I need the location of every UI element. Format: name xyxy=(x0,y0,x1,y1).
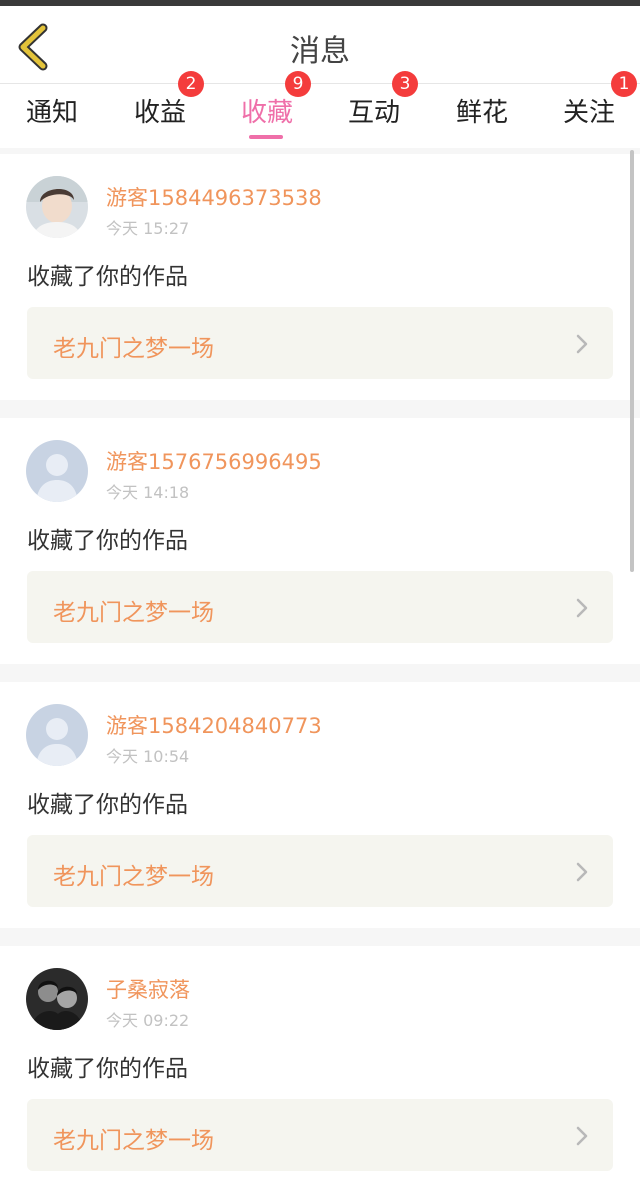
badge-count: 2 xyxy=(178,71,204,97)
work-link[interactable]: 老九门之梦一场 xyxy=(27,571,613,643)
work-link[interactable]: 老九门之梦一场 xyxy=(27,835,613,907)
header: 消息 xyxy=(0,6,640,84)
notification-card: 游客1584496373538 今天 15:27 收藏了你的作品 老九门之梦一场 xyxy=(0,154,640,400)
tab-interaction[interactable]: 互动 3 xyxy=(348,71,418,129)
badge-count: 1 xyxy=(611,71,637,97)
timestamp: 今天 14:18 xyxy=(106,483,190,502)
tab-label: 鲜花 xyxy=(456,98,509,128)
notification-card: 游客1576756996495 今天 14:18 收藏了你的作品 老九门之梦一场 xyxy=(0,418,640,664)
timestamp: 今天 15:27 xyxy=(106,219,190,238)
avatar[interactable] xyxy=(26,968,88,1030)
default-user-icon xyxy=(26,704,88,766)
avatar[interactable] xyxy=(26,704,88,766)
action-text: 收藏了你的作品 xyxy=(27,792,188,818)
tab-label: 通知 xyxy=(26,98,79,128)
tab-notice[interactable]: 通知 xyxy=(26,92,78,129)
username-link[interactable]: 游客1584496373538 xyxy=(106,182,322,212)
work-title: 老九门之梦一场 xyxy=(53,600,214,626)
tab-favorites[interactable]: 收藏 9 xyxy=(241,71,311,129)
timestamp: 今天 09:22 xyxy=(106,1011,190,1030)
tab-flowers[interactable]: 鲜花 xyxy=(456,92,508,129)
action-text: 收藏了你的作品 xyxy=(27,264,188,290)
tab-label: 互动 xyxy=(348,98,401,128)
username-link[interactable]: 子桑寂落 xyxy=(106,974,190,1004)
chevron-right-icon xyxy=(576,598,588,618)
tab-bar: 通知 收益 2 收藏 9 互动 3 鲜花 关注 1 xyxy=(0,71,640,148)
timestamp: 今天 10:54 xyxy=(106,747,190,766)
work-title: 老九门之梦一场 xyxy=(53,336,214,362)
badge-count: 3 xyxy=(392,71,418,97)
badge-count: 9 xyxy=(285,71,311,97)
tab-label: 收藏 xyxy=(241,98,294,128)
user-photo-icon xyxy=(26,968,88,1030)
scrollbar[interactable] xyxy=(630,150,634,572)
page-title: 消息 xyxy=(290,34,350,69)
notification-card: 游客1584204840773 今天 10:54 收藏了你的作品 老九门之梦一场 xyxy=(0,682,640,928)
tab-earnings[interactable]: 收益 2 xyxy=(134,71,204,129)
user-photo-icon xyxy=(26,176,88,238)
action-text: 收藏了你的作品 xyxy=(27,1056,188,1082)
username-link[interactable]: 游客1576756996495 xyxy=(106,446,322,476)
username-link[interactable]: 游客1584204840773 xyxy=(106,710,322,740)
work-link[interactable]: 老九门之梦一场 xyxy=(27,307,613,379)
work-title: 老九门之梦一场 xyxy=(53,864,214,890)
chevron-right-icon xyxy=(576,1126,588,1146)
chevron-right-icon xyxy=(576,862,588,882)
active-tab-indicator xyxy=(249,135,283,139)
tab-follow[interactable]: 关注 1 xyxy=(563,71,637,129)
work-link[interactable]: 老九门之梦一场 xyxy=(27,1099,613,1171)
default-user-icon xyxy=(26,440,88,502)
avatar[interactable] xyxy=(26,176,88,238)
tab-label: 收益 xyxy=(134,98,187,128)
work-title: 老九门之梦一场 xyxy=(53,1128,214,1154)
chevron-right-icon xyxy=(576,334,588,354)
action-text: 收藏了你的作品 xyxy=(27,528,188,554)
avatar[interactable] xyxy=(26,440,88,502)
tab-label: 关注 xyxy=(563,98,616,128)
notification-card: 子桑寂落 今天 09:22 收藏了你的作品 老九门之梦一场 xyxy=(0,946,640,1191)
